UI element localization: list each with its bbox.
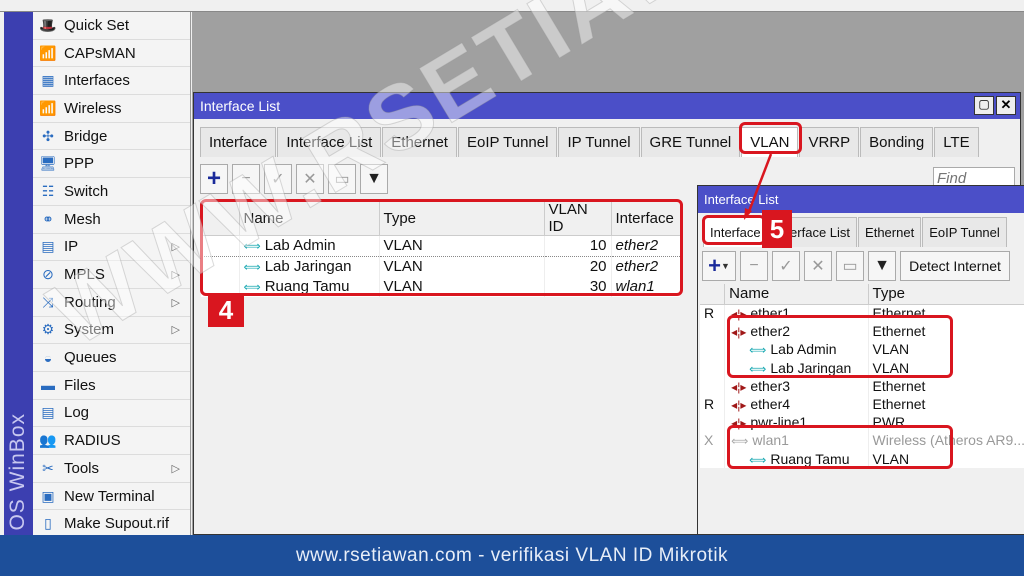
highlight-wlan1-group [727, 425, 953, 469]
highlight-ether2-group [727, 315, 953, 378]
annotation-arrow [744, 153, 773, 220]
footer-caption: www.rsetiawan.com - verifikasi VLAN ID M… [0, 535, 1024, 576]
